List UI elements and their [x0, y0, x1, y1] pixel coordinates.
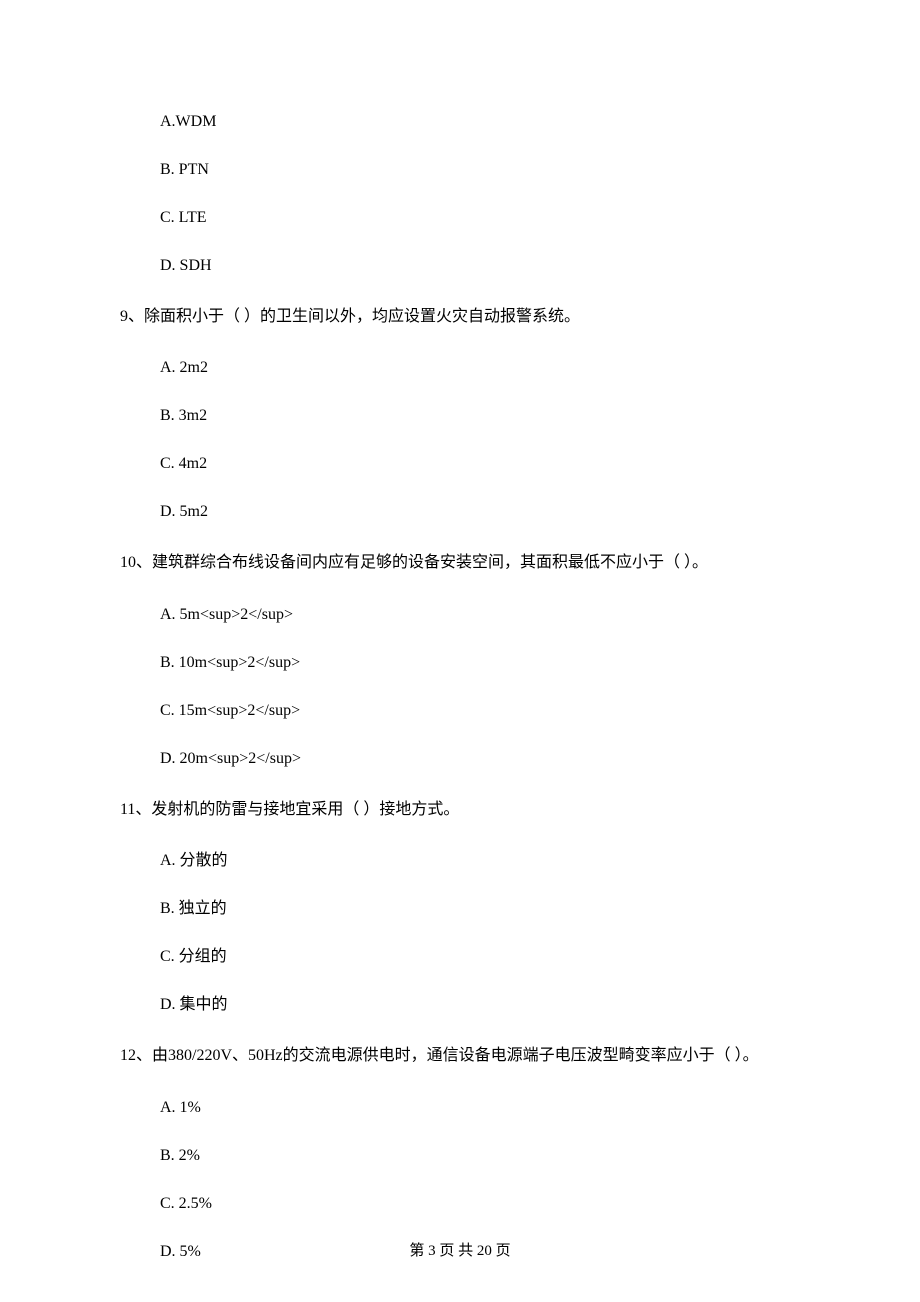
q9-option-a: A. 2m2	[160, 356, 800, 380]
q9-option-b: B. 3m2	[160, 404, 800, 428]
q9-options: A. 2m2 B. 3m2 C. 4m2 D. 5m2	[160, 356, 800, 524]
q8-options: A.WDM B. PTN C. LTE D. SDH	[160, 110, 800, 278]
q11-option-a: A. 分散的	[160, 849, 800, 873]
q9-option-c: C. 4m2	[160, 452, 800, 476]
q12-option-c: C. 2.5%	[160, 1192, 800, 1216]
q11-option-b: B. 独立的	[160, 897, 800, 921]
q8-option-b: B. PTN	[160, 158, 800, 182]
q10-option-b: B. 10m<sup>2</sup>	[160, 651, 800, 675]
q10-option-a: A. 5m<sup>2</sup>	[160, 603, 800, 627]
q12-option-a: A. 1%	[160, 1096, 800, 1120]
q10-options: A. 5m<sup>2</sup> B. 10m<sup>2</sup> C. …	[160, 603, 800, 771]
q11-options: A. 分散的 B. 独立的 C. 分组的 D. 集中的	[160, 849, 800, 1017]
q11-text: 11、发射机的防雷与接地宜采用（ ）接地方式。	[120, 795, 800, 825]
q12-option-b: B. 2%	[160, 1144, 800, 1168]
q10-text: 10、建筑群综合布线设备间内应有足够的设备安装空间，其面积最低不应小于（ ）。	[120, 548, 800, 578]
q12-options: A. 1% B. 2% C. 2.5% D. 5%	[160, 1096, 800, 1264]
q8-option-d: D. SDH	[160, 254, 800, 278]
q9-text: 9、除面积小于（ ）的卫生间以外，均应设置火灾自动报警系统。	[120, 302, 800, 332]
q10-option-c: C. 15m<sup>2</sup>	[160, 699, 800, 723]
exam-page: A.WDM B. PTN C. LTE D. SDH 9、除面积小于（ ）的卫生…	[0, 0, 920, 1302]
q8-option-a: A.WDM	[160, 110, 800, 134]
q10-option-d: D. 20m<sup>2</sup>	[160, 747, 800, 771]
q11-option-c: C. 分组的	[160, 945, 800, 969]
q11-option-d: D. 集中的	[160, 993, 800, 1017]
page-footer: 第 3 页 共 20 页	[0, 1240, 920, 1263]
q8-option-c: C. LTE	[160, 206, 800, 230]
q9-option-d: D. 5m2	[160, 500, 800, 524]
q12-text: 12、由380/220V、50Hz的交流电源供电时，通信设备电源端子电压波型畸变…	[120, 1041, 800, 1071]
